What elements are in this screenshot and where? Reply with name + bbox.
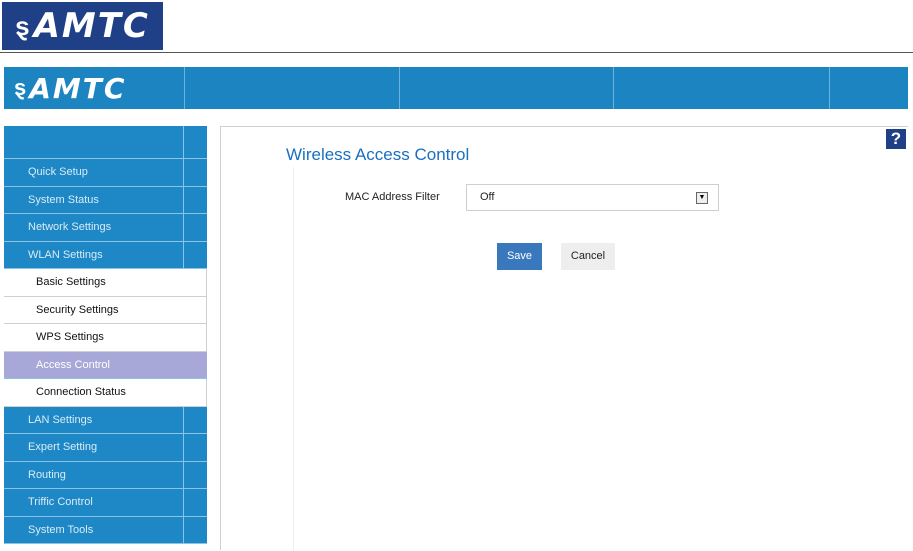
sidebar-subitem-basic-settings[interactable]: Basic Settings — [4, 269, 207, 297]
mac-filter-label: MAC Address Filter — [345, 191, 440, 203]
sidebar-subitem-security-settings[interactable]: Security Settings — [4, 296, 207, 324]
header-tab-divider — [829, 67, 830, 109]
sidebar-item-quick-setup[interactable]: Quick Setup — [4, 159, 207, 187]
sidebar-nav: Quick Setup System Status Network Settin… — [4, 126, 207, 550]
sidebar-item-system-tools[interactable]: System Tools — [4, 516, 207, 544]
sidebar-item-lan-settings[interactable]: LAN Settings — [4, 406, 207, 434]
sidebar-header — [4, 126, 207, 159]
amtc-logo-icon: ȿ — [15, 10, 30, 41]
sidebar-item-label: Security Settings — [36, 303, 119, 316]
sidebar-item-label: Access Control — [36, 358, 110, 371]
sidebar-subitem-connection-status[interactable]: Connection Status — [4, 379, 207, 407]
sidebar-item-wlan-settings[interactable]: WLAN Settings — [4, 241, 207, 269]
sidebar-item-label: Connection Status — [36, 386, 126, 399]
sidebar-item-expert-setting[interactable]: Expert Setting — [4, 434, 207, 462]
sidebar-item-label: Routing — [28, 468, 66, 481]
page-title: Wireless Access Control — [286, 145, 470, 164]
router-logo-text: AMTC — [29, 71, 127, 105]
header-tab-divider — [613, 67, 614, 109]
router-logo: ȿ AMTC — [4, 67, 184, 109]
document-logo-text: AMTC — [33, 6, 150, 46]
sidebar-item-label: System Status — [28, 193, 99, 206]
sidebar-item-traffic-control[interactable]: Triffic Control — [4, 489, 207, 517]
sidebar-item-label: Network Settings — [28, 221, 112, 234]
help-icon[interactable]: ? — [886, 129, 906, 149]
router-logo-icon: ȿ — [14, 75, 27, 100]
sidebar-subitem-wps-settings[interactable]: WPS Settings — [4, 324, 207, 352]
chevron-down-icon[interactable]: ▼ — [696, 192, 708, 204]
sidebar-item-label: System Tools — [28, 523, 94, 536]
sidebar-item-label: LAN Settings — [28, 413, 93, 426]
sidebar-item-network-settings[interactable]: Network Settings — [4, 214, 207, 242]
mac-filter-select[interactable]: Off ▼ — [466, 184, 719, 211]
sidebar-item-routing[interactable]: Routing — [4, 461, 207, 489]
content-panel: ? Wireless Access Control MAC Address Fi… — [220, 126, 908, 551]
sidebar-item-label: Triffic Control — [28, 496, 93, 509]
cancel-button[interactable]: Cancel — [561, 243, 615, 270]
mac-filter-value: Off — [480, 191, 495, 203]
sidebar-item-label: Basic Settings — [36, 276, 106, 289]
content-divider — [293, 167, 294, 551]
header-tab-divider — [399, 67, 400, 109]
sidebar-item-label: WLAN Settings — [28, 248, 103, 261]
save-button[interactable]: Save — [497, 243, 542, 270]
router-header: ȿ AMTC — [4, 67, 908, 109]
sidebar-subitem-access-control[interactable]: Access Control — [4, 351, 207, 379]
sidebar-item-label: Expert Setting — [28, 441, 98, 454]
document-logo: ȿ AMTC — [2, 2, 163, 50]
sidebar-item-label: Quick Setup — [28, 166, 88, 179]
document-divider — [0, 52, 913, 53]
sidebar-item-label: WPS Settings — [36, 331, 104, 344]
header-tab-divider — [184, 67, 185, 109]
sidebar-item-system-status[interactable]: System Status — [4, 186, 207, 214]
